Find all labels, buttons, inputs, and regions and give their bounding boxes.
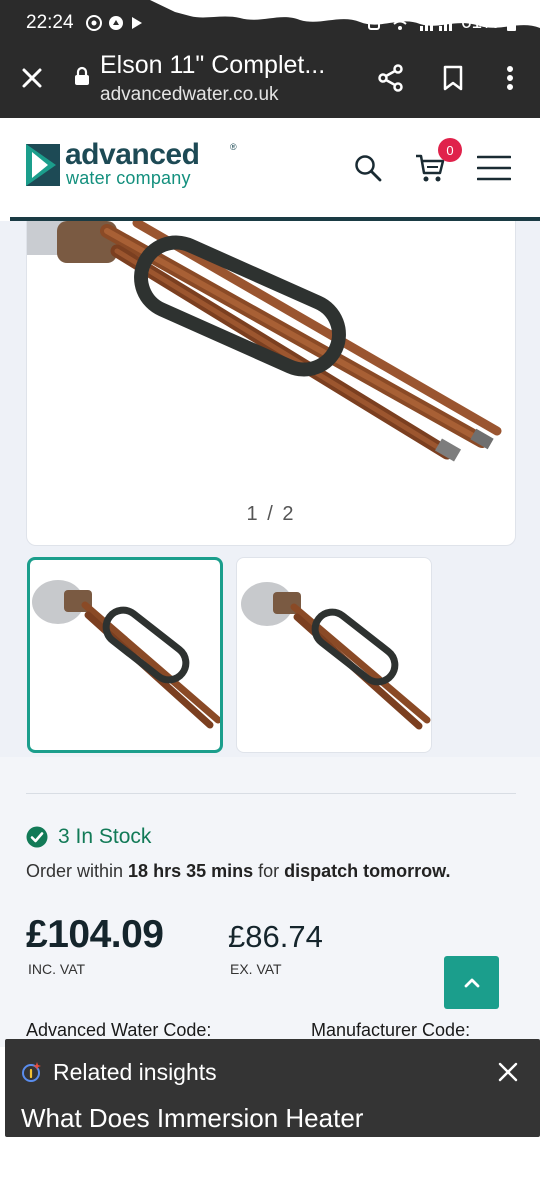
notification-icons	[86, 15, 144, 31]
share-icon	[378, 64, 403, 92]
status-time: 22:24	[26, 12, 74, 33]
sync-icon	[367, 16, 380, 30]
close-icon	[498, 1062, 518, 1082]
thumbnail-1[interactable]	[27, 557, 223, 753]
page-title[interactable]: Elson 11" Complet...	[100, 51, 350, 80]
check-circle-icon	[26, 826, 48, 848]
immersion-heater-image	[27, 221, 502, 462]
main-product-image[interactable]: 1 / 2	[26, 221, 516, 546]
bookmark-icon	[443, 65, 463, 91]
manufacturer-code-label: Manufacturer Code:	[311, 1020, 471, 1040]
dispatch-mid: for	[253, 861, 285, 881]
logo-text-water-company: water company	[66, 168, 191, 188]
cart-count-badge: 0	[438, 138, 462, 162]
recycle-notification-icon	[109, 16, 123, 30]
logo-registered-mark: ®	[230, 142, 237, 152]
thumbnail-2[interactable]	[236, 557, 432, 753]
thumbnail-image-1	[32, 580, 220, 729]
price-inc-vat: £104.09	[26, 913, 164, 956]
logo-text-advanced: advanced	[65, 138, 200, 171]
insight-article-heading[interactable]: What Does Immersion Heater	[21, 1103, 363, 1134]
dispatch-day: dispatch tomorrow.	[284, 861, 451, 881]
insights-sparkle-icon	[22, 1062, 41, 1082]
page-domain[interactable]: advancedwater.co.uk	[100, 84, 279, 106]
menu-icon	[477, 155, 511, 181]
advanced-water-code-label: Advanced Water Code:	[26, 1020, 212, 1040]
menu-button[interactable]	[474, 148, 514, 188]
search-button[interactable]	[348, 148, 388, 188]
dispatch-countdown: 18 hrs 35 mins	[128, 861, 254, 881]
logo-mark-icon	[26, 144, 60, 186]
dispatch-message: Order within 18 hrs 35 mins for dispatch…	[26, 861, 450, 882]
browser-toolbar: 22:24 61% Elson 11" Complet... advancedw…	[0, 0, 540, 118]
share-button[interactable]	[375, 62, 407, 94]
battery-icon	[507, 15, 516, 31]
more-options-button[interactable]	[494, 62, 526, 94]
stock-status: 3 In Stock	[58, 825, 152, 848]
signal-icon	[419, 18, 452, 31]
site-header: advanced ® water company 0	[0, 118, 540, 218]
battery-percent: 61%	[460, 12, 499, 33]
lock-icon	[74, 66, 90, 91]
chevron-up-icon	[464, 978, 479, 987]
price-inc-vat-label: INC. VAT	[28, 961, 86, 977]
back-to-top-button[interactable]	[444, 956, 499, 1009]
bookmark-button[interactable]	[437, 62, 469, 94]
search-icon	[355, 155, 382, 182]
thumbnail-image-2	[241, 582, 431, 730]
section-divider	[26, 793, 516, 794]
close-insights-button[interactable]	[495, 1059, 521, 1085]
more-vert-icon	[507, 66, 513, 90]
related-insights-panel[interactable]: Related insights What Does Immersion Hea…	[5, 1039, 540, 1137]
image-counter: 1 / 2	[246, 503, 296, 525]
price-ex-vat: £86.74	[228, 919, 323, 954]
chrome-notification-icon	[86, 15, 102, 31]
close-icon	[22, 68, 42, 88]
price-ex-vat-label: EX. VAT	[230, 961, 282, 977]
related-insights-title: Related insights	[53, 1059, 217, 1085]
close-tab-button[interactable]	[18, 64, 46, 92]
dispatch-prefix: Order within	[26, 861, 129, 881]
play-notification-icon	[132, 17, 142, 29]
wifi-icon	[389, 15, 411, 30]
status-right: 61%	[367, 12, 516, 34]
